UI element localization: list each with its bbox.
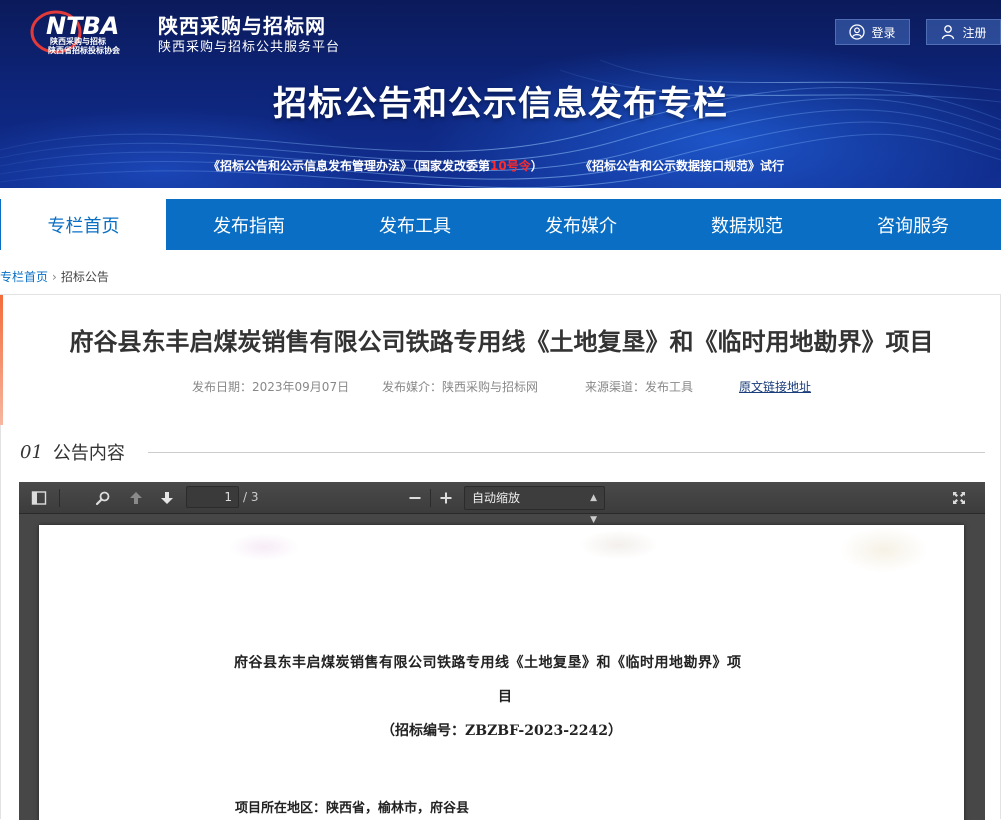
- page-total: / 3: [243, 490, 259, 504]
- nav-item-home[interactable]: 专栏首页: [0, 199, 166, 250]
- toolbar-separator: [59, 489, 60, 507]
- scan-artifact: [579, 530, 659, 560]
- article-card: 府谷县东丰启煤炭销售有限公司铁路专用线《土地复垦》和《临时用地勘界》项目 发布日…: [0, 294, 1001, 820]
- zoom-select[interactable]: 自动缩放 ▲ ▼: [464, 486, 605, 525]
- zoom-in-button[interactable]: [435, 488, 457, 508]
- pdf-toolbar: 1 / 3 自动缩放 ▲ ▼: [19, 482, 985, 525]
- minus-icon: [409, 497, 421, 499]
- next-page-button[interactable]: [156, 488, 178, 508]
- pdf-page: 府谷县东丰启煤炭销售有限公司铁路专用线《土地复垦》和《临时用地勘界》项 目 （招…: [39, 525, 964, 820]
- nav-item-media[interactable]: 发布媒介: [498, 199, 664, 250]
- logo-sub-line2: 陕西省招标投标协会: [48, 45, 120, 55]
- nav-item-consulting[interactable]: 咨询服务: [830, 199, 996, 250]
- header-banner: NTBA 陕西采购与招标 陕西省招标投标协会 陕西采购与招标网 陕西采购与招标公…: [0, 0, 1001, 188]
- regulation-link-prefix: 《招标公告和公示信息发布管理办法》（国家发改委第: [208, 159, 491, 173]
- regulation-link[interactable]: 《招标公告和公示信息发布管理办法》（国家发改委第10号令）: [208, 157, 543, 174]
- publish-media: 发布媒介：陕西采购与招标网: [382, 380, 539, 394]
- sidebar-toggle-button[interactable]: [28, 488, 50, 508]
- arrow-down-icon: [161, 492, 173, 504]
- fullscreen-icon: [953, 492, 965, 504]
- pdf-project-location: 项目所在地区：陕西省，榆林市，府谷县: [235, 801, 470, 816]
- regulation-link-order: 10号令: [490, 159, 531, 173]
- pdf-title-line2: 目: [498, 689, 512, 705]
- breadcrumb-current: 招标公告: [60, 270, 109, 284]
- breadcrumb-home[interactable]: 专栏首页: [0, 268, 48, 285]
- zoom-value: 自动缩放: [472, 491, 521, 505]
- register-label: 注册: [962, 25, 987, 40]
- user-circle-icon: [849, 24, 866, 40]
- chevron-right-icon: ›: [52, 269, 57, 284]
- login-button[interactable]: 登录: [835, 19, 910, 45]
- pdf-title-line1: 府谷县东丰启煤炭销售有限公司铁路专用线《土地复垦》和《临时用地勘界》项: [234, 655, 742, 671]
- nav-item-guide[interactable]: 发布指南: [166, 199, 332, 250]
- user-icon: [942, 25, 955, 40]
- section-divider: [148, 452, 985, 453]
- pdf-viewer: 1 / 3 自动缩放 ▲ ▼ 府谷县东丰启煤炭销售有限公司铁路专用线《土地复垦》…: [19, 482, 985, 820]
- plus-icon: [440, 492, 452, 504]
- previous-page-button[interactable]: [125, 488, 147, 508]
- pdf-tender-number: （招标编号：ZBZBF-2023-2242）: [381, 723, 622, 739]
- login-label: 登录: [871, 25, 896, 40]
- fullscreen-button[interactable]: [948, 488, 970, 508]
- register-button[interactable]: 注册: [926, 19, 1001, 45]
- sidebar-icon: [31, 491, 47, 505]
- section-header: 01 公告内容: [20, 439, 125, 465]
- accent-bar: [0, 295, 3, 425]
- page-number-input[interactable]: 1: [186, 486, 239, 508]
- source-channel: 来源渠道：发布工具: [585, 380, 694, 394]
- section-number: 01: [20, 441, 43, 463]
- search-icon: [95, 491, 110, 506]
- toolbar-separator: [430, 489, 431, 507]
- breadcrumb: 专栏首页 › 招标公告: [0, 268, 109, 285]
- publish-date: 发布日期：2023年09月07日: [192, 380, 350, 394]
- regulation-link-suffix: ）: [530, 159, 543, 173]
- original-link[interactable]: 原文链接地址: [739, 378, 811, 395]
- nav-item-tools[interactable]: 发布工具: [332, 199, 498, 250]
- scan-artifact: [229, 533, 299, 561]
- interface-spec-link[interactable]: 《招标公告和公示数据接口规范》试行: [580, 157, 784, 174]
- main-nav: 专栏首页 发布指南 发布工具 发布媒介 数据规范 咨询服务: [0, 199, 1001, 250]
- article-title: 府谷县东丰启煤炭销售有限公司铁路专用线《土地复垦》和《临时用地勘界》项目: [69, 328, 934, 356]
- scan-artifact: [839, 527, 929, 573]
- banner-title: 招标公告和公示信息发布专栏: [273, 84, 728, 124]
- section-label: 公告内容: [52, 443, 125, 464]
- find-button[interactable]: [92, 488, 114, 508]
- nav-item-data-spec[interactable]: 数据规范: [664, 199, 830, 250]
- site-subtitle: 陕西采购与招标公共服务平台: [158, 40, 341, 55]
- zoom-out-button[interactable]: [404, 488, 426, 508]
- site-logo[interactable]: NTBA 陕西采购与招标 陕西省招标投标协会: [26, 8, 152, 56]
- arrow-up-icon: [130, 492, 142, 504]
- site-title: 陕西采购与招标网: [158, 14, 326, 38]
